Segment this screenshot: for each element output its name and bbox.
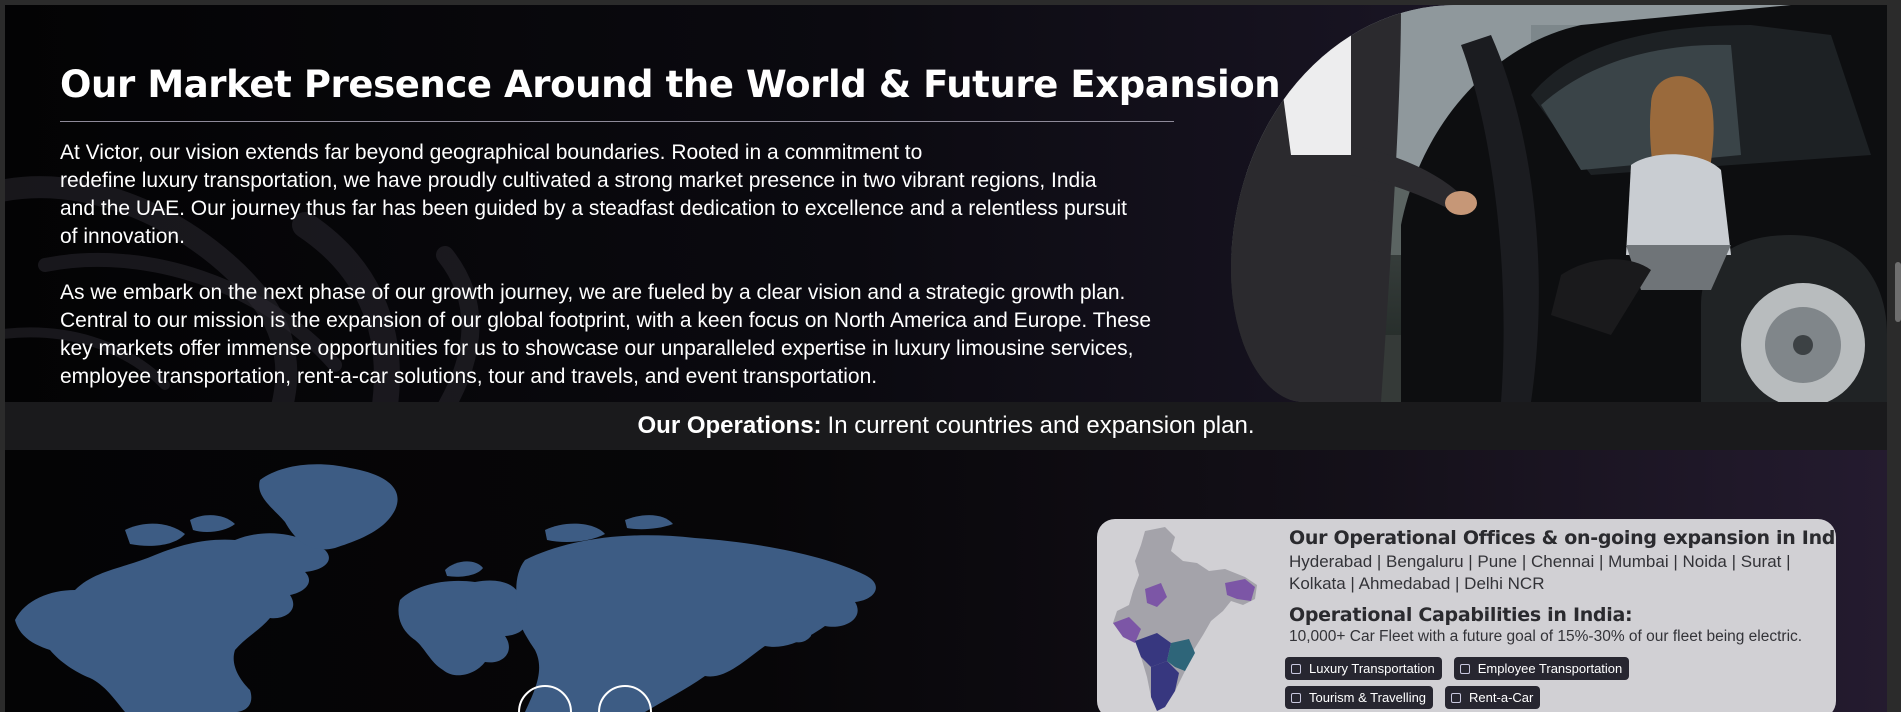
service-tag-rent-a-car[interactable]: Rent-a-Car [1445, 686, 1541, 709]
service-tag-label: Luxury Transportation [1309, 661, 1435, 676]
india-operations-card: Our Operational Offices & on-going expan… [1097, 519, 1836, 712]
scrollbar-thumb[interactable] [1895, 262, 1901, 322]
page-frame: Our Market Presence Around the World & F… [5, 5, 1887, 712]
operations-banner: Our Operations: In current countries and… [5, 402, 1887, 450]
intro-paragraph: At Victor, our vision extends far beyond… [60, 141, 1128, 248]
offices-heading: Our Operational Offices & on-going expan… [1289, 527, 1836, 549]
world-map [15, 464, 876, 712]
chauffeur-car-photo [1231, 5, 1887, 402]
title-divider [60, 121, 1174, 122]
checkbox-icon[interactable] [1451, 692, 1462, 703]
service-tag-employee-transportation[interactable]: Employee Transportation [1453, 657, 1630, 680]
capabilities-text: 10,000+ Car Fleet with a future goal of … [1289, 628, 1803, 645]
capabilities-heading: Operational Capabilities in India: [1289, 604, 1633, 626]
operations-label: Our Operations: [637, 412, 822, 439]
operations-map-section: Our Operational Offices & on-going expan… [5, 450, 1887, 712]
service-tag-label: Rent-a-Car [1469, 690, 1534, 705]
market-presence-section: Our Market Presence Around the World & F… [5, 5, 1887, 402]
office-cities: Hyderabad | Bengaluru | Pune | Chennai |… [1289, 552, 1791, 593]
growth-paragraph: As we embark on the next phase of our gr… [60, 281, 1152, 388]
checkbox-icon[interactable] [1459, 663, 1470, 674]
car-illustration-icon [1231, 5, 1887, 402]
page-title: Our Market Presence Around the World & F… [60, 63, 1281, 106]
checkbox-icon[interactable] [1291, 692, 1301, 703]
service-tag-tourism-travelling[interactable]: Tourism & Travelling [1285, 686, 1434, 709]
checkbox-icon[interactable] [1291, 663, 1301, 674]
page-scrollbar[interactable] [1887, 0, 1901, 712]
operations-text: In current countries and expansion plan. [827, 412, 1255, 439]
service-tag-luxury-transportation[interactable]: Luxury Transportation [1285, 657, 1442, 680]
service-tag-label: Employee Transportation [1477, 661, 1623, 676]
service-tag-label: Tourism & Travelling [1309, 690, 1427, 705]
service-tags: Luxury Transportation Employee Transport… [1285, 657, 1825, 709]
india-map [1113, 527, 1257, 711]
